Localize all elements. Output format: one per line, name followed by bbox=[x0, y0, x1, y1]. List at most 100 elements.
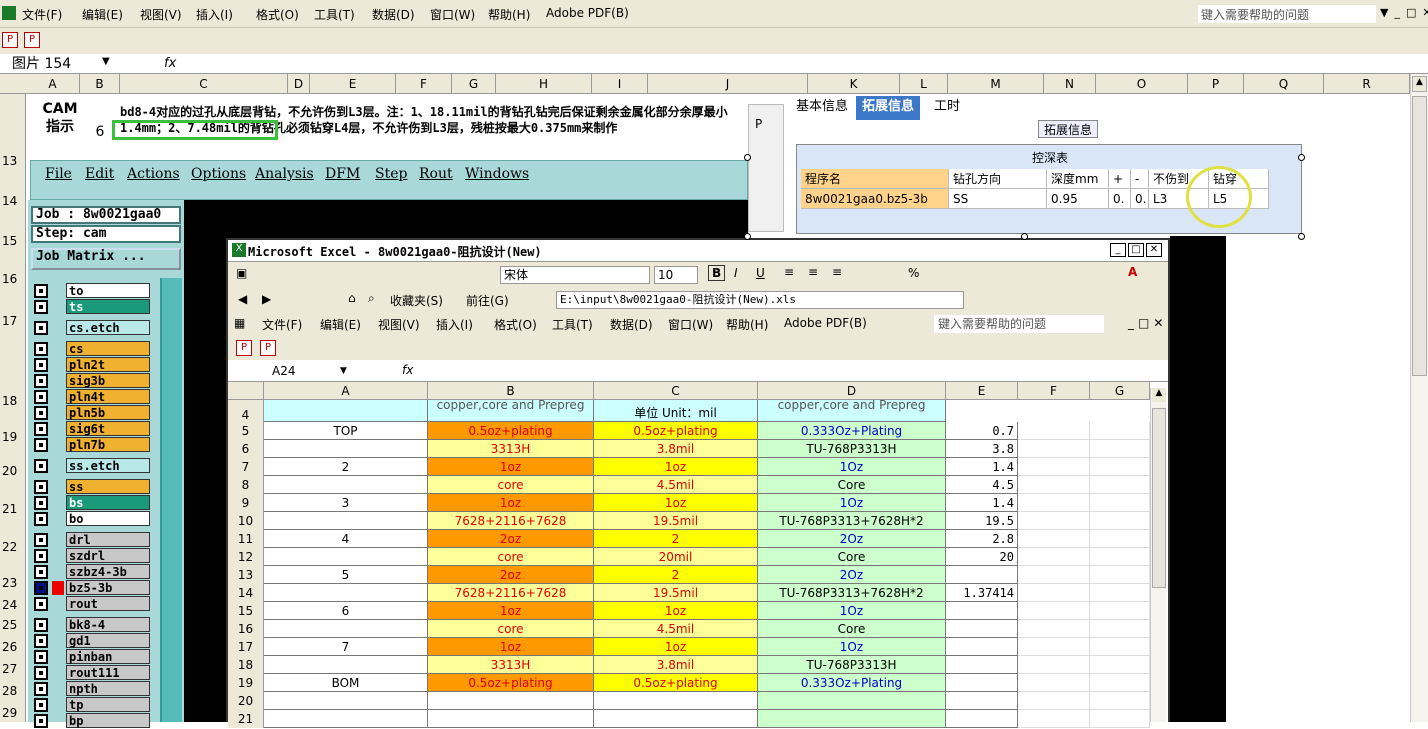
layer-row[interactable]: bz5-3b bbox=[32, 580, 152, 595]
layer-checkbox[interactable] bbox=[34, 422, 48, 436]
layer-checkbox[interactable] bbox=[34, 698, 48, 712]
thickness-cell[interactable]: 3.8mil bbox=[594, 440, 758, 458]
outer-menu-item[interactable]: 窗口(W) bbox=[430, 6, 475, 23]
row-header[interactable]: 28 bbox=[0, 684, 26, 698]
inner-row-header[interactable]: 19 bbox=[228, 674, 264, 692]
layer-row[interactable]: gd1 bbox=[32, 633, 152, 648]
layer-checkbox[interactable] bbox=[34, 480, 48, 494]
layer-checkbox[interactable] bbox=[34, 666, 48, 680]
inner-row-header[interactable]: 6 bbox=[228, 440, 264, 458]
layer-row[interactable]: cs.etch bbox=[32, 320, 152, 335]
layer-name[interactable]: gd1 bbox=[66, 633, 150, 648]
inner-menu-item[interactable]: 视图(V) bbox=[378, 316, 420, 333]
layer-name[interactable]: sig6t bbox=[66, 421, 150, 436]
spec-cell[interactable]: 1Oz bbox=[758, 602, 946, 620]
italic-button[interactable]: I bbox=[734, 266, 738, 280]
inner-row-header[interactable]: 11 bbox=[228, 530, 264, 548]
spec-cell[interactable]: Core bbox=[758, 548, 946, 566]
value-cell[interactable]: 1.37414 bbox=[946, 584, 1018, 602]
value-cell[interactable]: 4.5 bbox=[946, 476, 1018, 494]
outer-window-controls[interactable]: ▼_□✕ bbox=[1380, 6, 1428, 19]
column-header[interactable]: E bbox=[310, 74, 396, 94]
row-header[interactable]: 17 bbox=[0, 314, 26, 328]
inner-scroll-up-icon[interactable]: ▲ bbox=[1152, 388, 1166, 402]
layer-name[interactable]: bk8-4 bbox=[66, 617, 150, 632]
header-cell-a[interactable] bbox=[264, 400, 428, 422]
column-header[interactable]: N bbox=[1044, 74, 1096, 94]
layer-cell[interactable] bbox=[264, 620, 428, 638]
layer-name[interactable]: sig3b bbox=[66, 373, 150, 388]
layer-name[interactable]: pln2t bbox=[66, 357, 150, 372]
layer-checkbox[interactable] bbox=[34, 300, 48, 314]
layer-checkbox[interactable] bbox=[34, 549, 48, 563]
layer-name[interactable]: drl bbox=[66, 532, 150, 547]
layer-row[interactable]: bs bbox=[32, 495, 152, 510]
outer-menu-item[interactable]: 编辑(E) bbox=[82, 6, 123, 23]
layer-cell[interactable]: 4 bbox=[264, 530, 428, 548]
empty-cell[interactable] bbox=[1090, 512, 1150, 530]
inner-menu-item[interactable]: 插入(I) bbox=[436, 316, 473, 333]
inner-row-header[interactable]: 10 bbox=[228, 512, 264, 530]
spec-cell[interactable]: 1Oz bbox=[758, 458, 946, 476]
empty-cell[interactable] bbox=[1090, 566, 1150, 584]
material-cell[interactable]: core bbox=[428, 548, 594, 566]
column-header[interactable]: G bbox=[452, 74, 496, 94]
layer-checkbox[interactable] bbox=[34, 512, 48, 526]
empty-cell[interactable] bbox=[1090, 422, 1150, 440]
layer-name[interactable]: ts bbox=[66, 299, 150, 314]
resize-handle[interactable] bbox=[1298, 233, 1305, 240]
value-cell[interactable] bbox=[946, 692, 1018, 710]
spec-cell[interactable]: 2Oz bbox=[758, 566, 946, 584]
layer-row[interactable]: pln4t bbox=[32, 389, 152, 404]
inner-sheet-grid[interactable]: ▲ A B C D E F G 4 copper,core and Prepreg 单位 Unit… bbox=[228, 382, 1168, 728]
layer-row[interactable]: bp bbox=[32, 713, 152, 728]
layer-row[interactable]: szbz4-3b bbox=[32, 564, 152, 579]
thickness-cell[interactable]: 1oz bbox=[594, 638, 758, 656]
layer-cell[interactable] bbox=[264, 476, 428, 494]
inner-column-header[interactable]: F bbox=[1018, 382, 1090, 400]
align-left-icon[interactable]: ≡ bbox=[784, 265, 794, 279]
empty-cell[interactable] bbox=[1090, 548, 1150, 566]
material-cell[interactable]: 1oz bbox=[428, 602, 594, 620]
material-cell[interactable]: 0.5oz+plating bbox=[428, 674, 594, 692]
material-cell[interactable]: 1oz bbox=[428, 494, 594, 512]
header-cell-b[interactable]: copper,core and Prepreg bbox=[428, 400, 594, 422]
layer-checkbox[interactable] bbox=[34, 533, 48, 547]
empty-cell[interactable] bbox=[1090, 656, 1150, 674]
layer-name[interactable]: bs bbox=[66, 495, 150, 510]
layer-row[interactable]: ts bbox=[32, 299, 152, 314]
genesis-menu-item[interactable]: Rout bbox=[419, 166, 453, 182]
inner-fx-icon[interactable]: fx bbox=[402, 363, 413, 377]
inner-row-header[interactable]: 14 bbox=[228, 584, 264, 602]
material-cell[interactable] bbox=[428, 692, 594, 710]
fx-icon[interactable]: fx bbox=[164, 56, 176, 71]
layer-name[interactable]: tp bbox=[66, 697, 150, 712]
spec-cell[interactable] bbox=[758, 710, 946, 728]
thickness-cell[interactable]: 0.5oz+plating bbox=[594, 674, 758, 692]
outer-menu-item[interactable]: 插入(I) bbox=[196, 6, 233, 23]
address-field[interactable]: E:\input\8w0021gaa0-阻抗设计(New).xls bbox=[556, 291, 964, 309]
row-header[interactable]: 22 bbox=[0, 540, 26, 554]
outer-vertical-scrollbar[interactable]: ▲ bbox=[1410, 74, 1428, 722]
row-header[interactable]: 19 bbox=[0, 430, 26, 444]
layer-row[interactable]: rout111 bbox=[32, 665, 152, 680]
empty-cell[interactable] bbox=[1090, 638, 1150, 656]
inner-column-header[interactable]: A bbox=[264, 382, 428, 400]
layer-row[interactable]: cs bbox=[32, 341, 152, 356]
layer-checkbox[interactable] bbox=[34, 284, 48, 298]
layer-row[interactable]: npth bbox=[32, 681, 152, 696]
empty-cell[interactable] bbox=[1018, 584, 1090, 602]
thickness-cell[interactable]: 19.5mil bbox=[594, 584, 758, 602]
value-cell[interactable]: 1.4 bbox=[946, 494, 1018, 512]
bold-button[interactable]: B bbox=[708, 265, 726, 281]
thickness-cell[interactable] bbox=[594, 710, 758, 728]
genesis-menu-item[interactable]: File bbox=[45, 166, 72, 182]
outer-menu-item[interactable]: 文件(F) bbox=[22, 6, 62, 23]
layer-checkbox[interactable] bbox=[34, 714, 48, 728]
genesis-menu-item[interactable]: DFM bbox=[325, 166, 360, 182]
layer-row[interactable]: bk8-4 bbox=[32, 617, 152, 632]
layer-name[interactable]: cs bbox=[66, 341, 150, 356]
layer-cell[interactable]: 5 bbox=[264, 566, 428, 584]
layer-cell[interactable]: 7 bbox=[264, 638, 428, 656]
spec-cell[interactable]: 1Oz bbox=[758, 494, 946, 512]
